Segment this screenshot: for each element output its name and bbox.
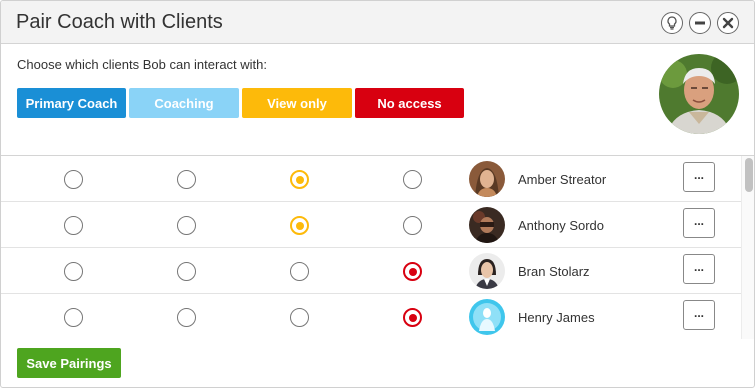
client-name: Henry James — [518, 310, 595, 325]
more-options-button[interactable]: ... — [683, 208, 715, 238]
radio-primary-coach[interactable] — [64, 262, 83, 281]
list-scrollbar[interactable] — [741, 156, 754, 339]
client-name: Bran Stolarz — [518, 264, 590, 279]
client-row: Henry James ... — [1, 294, 741, 339]
radio-coaching[interactable] — [177, 170, 196, 189]
legend-no-access: No access — [355, 88, 464, 118]
dialog-title: Pair Coach with Clients — [16, 11, 223, 33]
intro-text: Choose which clients Bob can interact wi… — [17, 57, 268, 72]
client-list: Amber Streator ... Anthony Sordo ... Bra… — [1, 155, 754, 339]
more-options-button[interactable]: ... — [683, 300, 715, 330]
avatar — [469, 207, 505, 243]
radio-primary-coach[interactable] — [64, 170, 83, 189]
more-options-button[interactable]: ... — [683, 162, 715, 192]
client-name: Amber Streator — [518, 172, 607, 187]
avatar — [469, 161, 505, 197]
client-row: Amber Streator ... — [1, 156, 741, 202]
coach-avatar — [659, 54, 739, 134]
pair-coach-dialog: Pair Coach with Clients Choose which cli… — [0, 0, 755, 388]
client-row: Anthony Sordo ... — [1, 202, 741, 248]
avatar — [469, 299, 505, 335]
client-row: Bran Stolarz ... — [1, 248, 741, 294]
scrollbar-thumb[interactable] — [745, 158, 753, 192]
radio-no-access[interactable] — [403, 170, 422, 189]
minimize-icon[interactable] — [689, 12, 711, 34]
legend-view-only: View only — [242, 88, 352, 118]
radio-primary-coach[interactable] — [64, 308, 83, 327]
close-icon[interactable] — [717, 12, 739, 34]
dialog-titlebar: Pair Coach with Clients — [1, 1, 754, 44]
avatar — [469, 253, 505, 289]
radio-no-access[interactable] — [403, 216, 422, 235]
radio-coaching[interactable] — [177, 216, 196, 235]
save-pairings-button[interactable]: Save Pairings — [17, 348, 121, 378]
radio-view-only[interactable] — [290, 308, 309, 327]
radio-no-access[interactable] — [403, 262, 422, 281]
more-options-button[interactable]: ... — [683, 254, 715, 284]
radio-coaching[interactable] — [177, 308, 196, 327]
radio-view-only[interactable] — [290, 262, 309, 281]
lightbulb-icon[interactable] — [661, 12, 683, 34]
radio-view-only[interactable] — [290, 216, 309, 235]
client-name: Anthony Sordo — [518, 218, 605, 233]
radio-coaching[interactable] — [177, 262, 196, 281]
legend-coaching: Coaching — [129, 88, 239, 118]
radio-no-access[interactable] — [403, 308, 422, 327]
radio-view-only[interactable] — [290, 170, 309, 189]
radio-primary-coach[interactable] — [64, 216, 83, 235]
legend-primary-coach: Primary Coach — [17, 88, 126, 118]
